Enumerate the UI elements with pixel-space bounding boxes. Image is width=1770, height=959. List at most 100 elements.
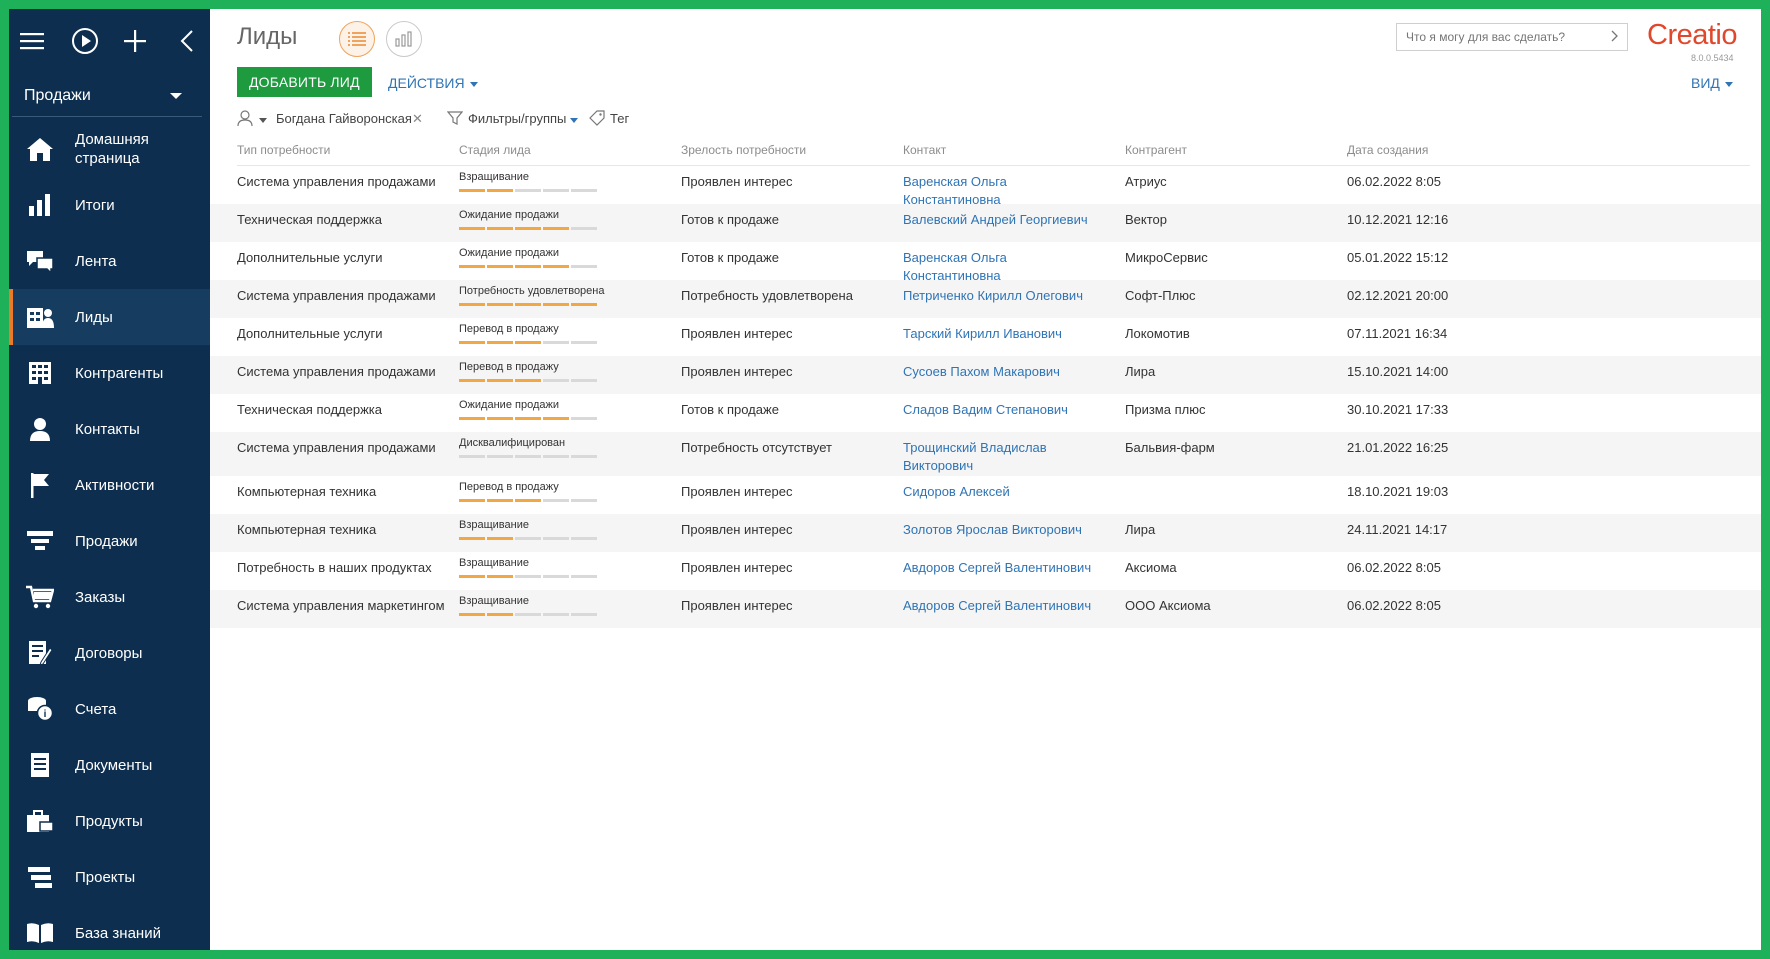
chevron-down-icon — [1724, 81, 1733, 87]
sidebar-item-label: Контрагенты — [75, 364, 164, 382]
page-title: Лиды — [237, 23, 298, 50]
created-date-cell: 06.02.2022 8:05 — [1347, 174, 1441, 189]
person-icon[interactable] — [237, 110, 253, 127]
need-type-cell: Потребность в наших продуктах — [237, 560, 432, 575]
list-view-button[interactable] — [339, 21, 375, 57]
add-lead-button[interactable]: ДОБАВИТЬ ЛИД — [237, 67, 372, 97]
account-cell: Атриус — [1125, 174, 1167, 189]
table-row[interactable]: Система управления маркетингом Взращивани… — [210, 590, 1761, 628]
sidebar-item-contracts[interactable]: Договоры — [9, 625, 210, 681]
sidebar-item-leads[interactable]: Лиды — [9, 289, 210, 345]
contact-link[interactable]: Трощинский Владислав Викторович — [903, 439, 1108, 475]
column-header-need-maturity[interactable]: Зрелость потребности — [681, 143, 806, 157]
projects-icon — [25, 862, 55, 892]
need-maturity-cell: Проявлен интерес — [681, 364, 793, 379]
command-search-input[interactable] — [1396, 23, 1628, 51]
table-row[interactable]: Потребность в наших продуктах Взращивание… — [210, 552, 1761, 590]
contact-link[interactable]: Авдоров Сергей Валентинович — [903, 559, 1108, 577]
stage-segment — [515, 189, 541, 192]
chat-bubbles-icon — [25, 246, 55, 276]
need-type-cell: Система управления продажами — [237, 174, 436, 189]
stage-segment — [515, 613, 541, 616]
lead-stage-cell: Ожидание продажи — [459, 209, 599, 230]
sidebar-item-totals[interactable]: Итоги — [9, 177, 210, 233]
contact-link[interactable]: Авдоров Сергей Валентинович — [903, 597, 1108, 615]
sidebar-item-sales[interactable]: Продажи — [9, 513, 210, 569]
table-row[interactable]: Система управления продажами Взращивание П… — [210, 166, 1761, 207]
table-row[interactable]: Система управления продажами Дисквалифици… — [210, 432, 1761, 476]
lead-stage-cell: Дисквалифицирован — [459, 437, 599, 458]
close-icon[interactable]: ✕ — [412, 111, 423, 127]
sidebar-item-home[interactable]: Домашняя страница — [9, 121, 210, 177]
sidebar-item-products[interactable]: Продукты — [9, 793, 210, 849]
chevron-down-icon — [170, 93, 182, 99]
sidebar-item-invoices[interactable]: i Счета — [9, 681, 210, 737]
sidebar-item-documents[interactable]: Документы — [9, 737, 210, 793]
stage-segment — [543, 227, 569, 230]
lead-stage-cell: Взращивание — [459, 171, 599, 192]
stage-segment — [459, 499, 485, 502]
plus-icon[interactable] — [115, 21, 155, 61]
need-maturity-cell: Проявлен интерес — [681, 522, 793, 537]
column-header-contact[interactable]: Контакт — [903, 143, 946, 157]
chevron-down-icon[interactable] — [570, 118, 578, 123]
created-date-cell: 30.10.2021 17:33 — [1347, 402, 1449, 417]
column-header-need-type[interactable]: Тип потребности — [237, 143, 330, 157]
sidebar-item-orders[interactable]: Заказы — [9, 569, 210, 625]
lead-stage-label: Потребность удовлетворена — [459, 285, 605, 297]
column-header-created-date[interactable]: Дата создания — [1347, 143, 1428, 157]
column-header-account[interactable]: Контрагент — [1125, 143, 1187, 157]
lead-stage-cell: Потребность удовлетворена — [459, 285, 605, 306]
stage-segment — [543, 417, 569, 420]
contact-link[interactable]: Сладов Вадим Степанович — [903, 401, 1108, 419]
stage-segment — [571, 303, 597, 306]
contact-link[interactable]: Валевский Андрей Георгиевич — [903, 211, 1108, 229]
table-row[interactable]: Дополнительные услуги Перевод в продажу Пр… — [210, 318, 1761, 356]
contact-link[interactable]: Петриченко Кирилл Олегович — [903, 287, 1108, 305]
analytics-view-button[interactable] — [386, 21, 422, 57]
column-header-lead-stage[interactable]: Стадия лида — [459, 143, 531, 157]
table-row[interactable]: Дополнительные услуги Ожидание продажи Гот… — [210, 242, 1761, 283]
chevron-right-icon[interactable] — [1606, 28, 1622, 44]
sidebar-item-accounts[interactable]: Контрагенты — [9, 345, 210, 401]
contact-link[interactable]: Золотов Ярослав Викторович — [903, 521, 1108, 539]
account-cell: Лира — [1125, 364, 1156, 379]
bar-chart-icon — [395, 31, 412, 47]
stage-segment — [487, 455, 513, 458]
stage-segment — [515, 265, 541, 268]
workspace-selector[interactable]: Продажи — [12, 75, 202, 117]
need-type-cell: Система управления продажами — [237, 364, 436, 379]
table-row[interactable]: Техническая поддержка Ожидание продажи Гот… — [210, 394, 1761, 432]
table-row[interactable]: Техническая поддержка Ожидание продажи Гот… — [210, 204, 1761, 242]
chevron-down-icon[interactable] — [259, 118, 267, 123]
menu-icon[interactable] — [12, 21, 52, 61]
lead-stage-label: Ожидание продажи — [459, 209, 559, 221]
stage-segment — [571, 575, 597, 578]
sidebar-item-projects[interactable]: Проекты — [9, 849, 210, 905]
contact-link[interactable]: Сидоров Алексей — [903, 483, 1108, 501]
actions-menu[interactable]: ДЕЙСТВИЯ — [388, 75, 478, 91]
filters-groups-button[interactable]: Фильтры/группы — [468, 111, 566, 126]
table-row[interactable]: Система управления продажами Потребность … — [210, 280, 1761, 318]
need-type-cell: Дополнительные услуги — [237, 326, 383, 341]
sidebar-item-contacts[interactable]: Контакты — [9, 401, 210, 457]
contact-link[interactable]: Сусоев Пахом Макарович — [903, 363, 1108, 381]
table-row[interactable]: Компьютерная техника Перевод в продажу Про… — [210, 476, 1761, 514]
stage-segment — [487, 613, 513, 616]
collapse-icon[interactable] — [167, 21, 207, 61]
table-row[interactable]: Система управления продажами Перевод в пр… — [210, 356, 1761, 394]
table-row[interactable]: Компьютерная техника Взращивание Проявлен … — [210, 514, 1761, 552]
sidebar-item-knowledge-base[interactable]: База знаний — [9, 905, 210, 950]
account-cell: Лира — [1125, 522, 1156, 537]
need-type-cell: Техническая поддержка — [237, 402, 382, 417]
need-maturity-cell: Готов к продаже — [681, 402, 779, 417]
tag-button[interactable]: Тег — [610, 111, 629, 126]
stage-segment — [487, 189, 513, 192]
sidebar-item-activities[interactable]: Активности — [9, 457, 210, 513]
stage-segment — [515, 499, 541, 502]
play-icon[interactable] — [65, 21, 105, 61]
sidebar-item-feed[interactable]: Лента — [9, 233, 210, 289]
view-menu[interactable]: ВИД — [1691, 75, 1733, 91]
contact-link[interactable]: Тарский Кирилл Иванович — [903, 325, 1108, 343]
sidebar-item-label: Домашняя страница — [75, 131, 149, 167]
